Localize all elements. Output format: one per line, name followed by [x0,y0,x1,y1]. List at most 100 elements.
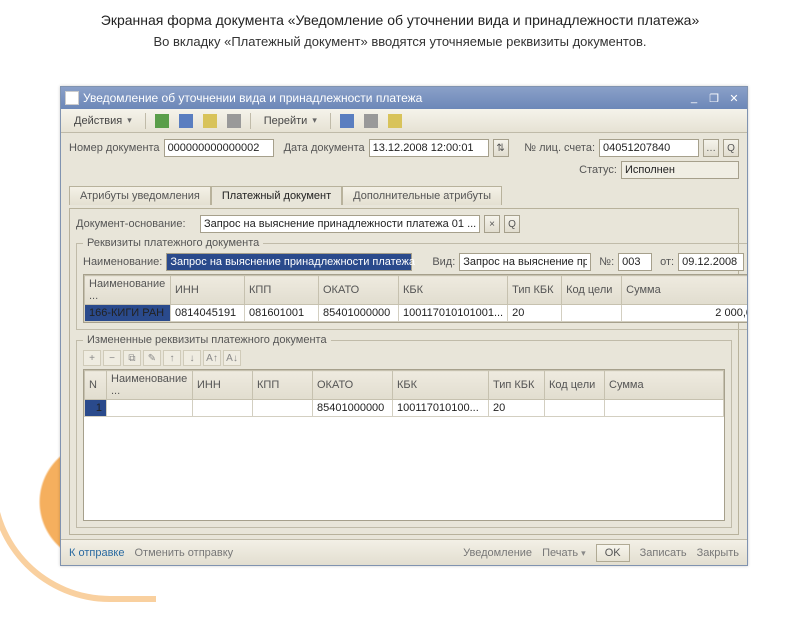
plus-icon [155,114,169,128]
g2-h6[interactable]: Тип КБК [489,371,545,400]
row-add-icon[interactable]: + [83,350,101,366]
arrow-icon [179,114,193,128]
status-label: Статус: [579,164,617,176]
account-label: № лиц. счета: [524,142,595,154]
g1-h5[interactable]: Тип КБК [508,276,562,305]
titlebar: Уведомление об уточнении вида и принадле… [61,87,747,109]
from-label: от: [660,256,674,268]
page-heading: Экранная форма документа «Уведомление об… [0,12,800,28]
g1-h2[interactable]: КПП [245,276,319,305]
actions-menu[interactable]: Действия▾ [67,112,139,130]
g2-h0[interactable]: N [85,371,107,400]
basis-label: Документ-основание: [76,218,196,230]
doc-no-label: Номер документа [69,142,160,154]
basis-search[interactable]: Q [504,215,520,233]
row-sort-asc-icon[interactable]: A↑ [203,350,221,366]
group-changed-requisites: Измененные реквизиты платежного документ… [76,334,732,528]
tb-undo-icon[interactable] [224,112,244,130]
g1-h0[interactable]: Наименование ... [85,276,171,305]
tb-help-icon[interactable] [385,112,405,130]
doc-number-input[interactable] [164,139,274,157]
basis-clear[interactable]: × [484,215,500,233]
g1-c4: 100117010101001... [399,305,508,322]
tb-new-icon[interactable] [152,112,172,130]
from-input[interactable] [678,253,744,271]
tab-extra-attributes[interactable]: Дополнительные атрибуты [342,186,502,205]
toolbar-sep [250,113,251,129]
g1-h1[interactable]: ИНН [171,276,245,305]
g2-h3[interactable]: КПП [253,371,313,400]
table-row[interactable]: 166-КИГИ РАН 0814045191 081601001 854010… [85,305,748,322]
g2-c4: 85401000000 [313,400,393,417]
basis-input[interactable] [200,215,480,233]
header-row-1: Номер документа Дата документа ⇅ № лиц. … [69,139,739,157]
copy-icon [203,114,217,128]
window-title: Уведомление об уточнении вида и принадле… [83,91,683,105]
doc-date-input[interactable] [369,139,489,157]
print-label: Печать [542,547,578,559]
close-button[interactable]: ✕ [725,91,743,105]
footer-bar: К отправке Отменить отправку Уведомление… [61,539,747,565]
g2-h2[interactable]: ИНН [193,371,253,400]
kind-input[interactable] [459,253,591,271]
g2-h1[interactable]: Наименование ... [107,371,193,400]
name-input[interactable]: Запрос на выяснение принадлежности плате… [166,253,412,271]
chevron-down-icon: ▾ [581,548,586,558]
tab-attributes[interactable]: Атрибуты уведомления [69,186,211,205]
notice-link[interactable]: Уведомление [463,547,532,559]
ok-button[interactable]: OK [596,544,630,562]
row-up-icon[interactable]: ↑ [163,350,181,366]
grid2-toolbar: + − ⧉ ✎ ↑ ↓ A↑ A↓ [83,350,725,366]
table-row[interactable]: 1 85401000000 100117010100... 20 [85,400,724,417]
g1-h6[interactable]: Код цели [562,276,622,305]
row-edit-icon[interactable]: ✎ [143,350,161,366]
g1-c2: 081601001 [245,305,319,322]
toolbar-sep [145,113,146,129]
date-stepper[interactable]: ⇅ [493,139,509,157]
app-window: Уведомление об уточнении вида и принадле… [60,86,748,566]
link-icon [364,114,378,128]
header-row-2: Статус: [69,161,739,179]
tabs: Атрибуты уведомления Платежный документ … [69,185,739,204]
tab-payment-doc[interactable]: Платежный документ [211,186,342,205]
row-del-icon[interactable]: − [103,350,121,366]
account-search[interactable]: Q [723,139,739,157]
g2-h5[interactable]: КБК [393,371,489,400]
g2-h8[interactable]: Сумма [605,371,724,400]
row-down-icon[interactable]: ↓ [183,350,201,366]
group1-legend: Реквизиты платежного документа [83,237,263,249]
kind-label: Вид: [432,256,455,268]
print-menu[interactable]: Печать ▾ [542,547,586,559]
row-sort-desc-icon[interactable]: A↓ [223,350,241,366]
send-link[interactable]: К отправке [69,547,124,559]
no-label: №: [599,256,614,268]
no-input[interactable] [618,253,652,271]
tb-misc1-icon[interactable] [337,112,357,130]
goto-menu[interactable]: Перейти▾ [257,112,324,130]
basis-row: Документ-основание: × Q [76,215,732,233]
doc-date-label: Дата документа [284,142,365,154]
g2-c0: 1 [85,400,107,417]
actions-label: Действия [74,115,122,127]
g2-c1 [107,400,193,417]
tb-post-icon[interactable] [176,112,196,130]
account-input[interactable] [599,139,699,157]
cancel-send-link[interactable]: Отменить отправку [134,547,233,559]
g1-h7[interactable]: Сумма [622,276,747,305]
row-copy-icon[interactable]: ⧉ [123,350,141,366]
minimize-button[interactable]: _ [685,91,703,105]
grid2: N Наименование ... ИНН КПП ОКАТО КБК Тип… [83,369,725,521]
tb-copy-icon[interactable] [200,112,220,130]
g1-h4[interactable]: КБК [399,276,508,305]
save-button[interactable]: Записать [640,547,687,559]
maximize-button[interactable]: ❐ [705,91,723,105]
g2-c7 [545,400,605,417]
status-field [621,161,739,179]
close-link[interactable]: Закрыть [697,547,739,559]
g2-h7[interactable]: Код цели [545,371,605,400]
g1-h3[interactable]: ОКАТО [319,276,399,305]
tb-misc2-icon[interactable] [361,112,381,130]
g1-c7: 2 000,00 [622,305,747,322]
g2-h4[interactable]: ОКАТО [313,371,393,400]
account-lookup[interactable]: … [703,139,719,157]
